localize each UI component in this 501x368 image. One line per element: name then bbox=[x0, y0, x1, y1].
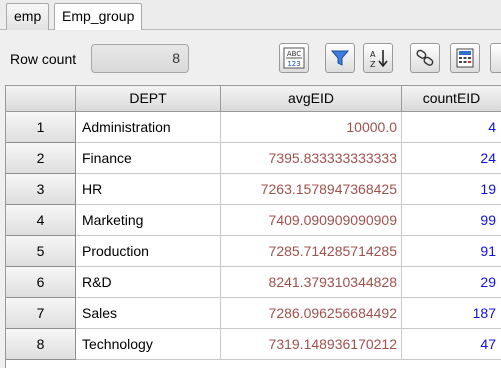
table-row[interactable]: 3 HR 7263.1578947368425 19 bbox=[6, 174, 501, 205]
column-header-counteid[interactable]: countEID bbox=[402, 86, 501, 112]
format-button[interactable]: ABC 123 bbox=[279, 43, 309, 73]
row-number[interactable]: 1 bbox=[6, 112, 76, 143]
calculator-button[interactable] bbox=[450, 43, 480, 73]
cell-avgeid[interactable]: 7409.090909090909 bbox=[221, 205, 402, 236]
filter-icon bbox=[330, 50, 350, 66]
svg-text:123: 123 bbox=[287, 60, 300, 68]
cell-dept[interactable]: Administration bbox=[76, 112, 221, 143]
row-number[interactable]: 3 bbox=[6, 174, 76, 205]
link-icon bbox=[416, 49, 434, 66]
table-row[interactable]: 1 Administration 10000.0 4 bbox=[6, 112, 501, 143]
column-header-dept[interactable]: DEPT bbox=[76, 86, 221, 112]
svg-text:ABC: ABC bbox=[287, 50, 301, 58]
tab-emp-group[interactable]: Emp_group bbox=[54, 3, 143, 31]
more-button[interactable] bbox=[490, 43, 501, 73]
sort-az-icon: A Z bbox=[370, 50, 388, 69]
row-count-label: Row count bbox=[10, 51, 77, 67]
cell-avgeid[interactable]: 7285.714285714285 bbox=[221, 236, 402, 267]
sort-button[interactable]: A Z bbox=[363, 43, 393, 73]
cell-dept[interactable]: Finance bbox=[76, 143, 221, 174]
table-row[interactable]: 4 Marketing 7409.090909090909 99 bbox=[6, 205, 501, 236]
table-row[interactable]: 5 Production 7285.714285714285 91 bbox=[6, 236, 501, 267]
cell-dept[interactable]: R&D bbox=[76, 267, 221, 298]
cell-avgeid[interactable]: 7263.1578947368425 bbox=[221, 174, 402, 205]
cell-avgeid[interactable]: 8241.379310344828 bbox=[221, 267, 402, 298]
cell-dept[interactable]: Marketing bbox=[76, 205, 221, 236]
calculator-icon bbox=[456, 48, 474, 68]
cell-dept[interactable]: Technology bbox=[76, 329, 221, 360]
cell-counteid[interactable]: 99 bbox=[402, 205, 501, 236]
cell-counteid[interactable]: 29 bbox=[402, 267, 501, 298]
row-number[interactable]: 7 bbox=[6, 298, 76, 329]
row-number[interactable]: 4 bbox=[6, 205, 76, 236]
row-count-field: 8 bbox=[91, 44, 189, 73]
cell-counteid[interactable]: 24 bbox=[402, 143, 501, 174]
cell-counteid[interactable]: 19 bbox=[402, 174, 501, 205]
cell-dept[interactable]: Sales bbox=[76, 298, 221, 329]
table-row[interactable]: 7 Sales 7286.096256684492 187 bbox=[6, 298, 501, 329]
tab-emp[interactable]: emp bbox=[6, 3, 50, 30]
column-header-avgeid[interactable]: avgEID bbox=[221, 86, 402, 112]
cell-counteid[interactable]: 91 bbox=[402, 236, 501, 267]
filter-button[interactable] bbox=[325, 43, 355, 73]
link-button[interactable] bbox=[410, 43, 440, 73]
result-grid: DEPT avgEID countEID 1 Administration 10… bbox=[5, 85, 501, 368]
table-row[interactable]: 6 R&D 8241.379310344828 29 bbox=[6, 267, 501, 298]
tab-bar: emp Emp_group bbox=[0, 0, 501, 31]
cell-counteid[interactable]: 47 bbox=[402, 329, 501, 360]
svg-text:Z: Z bbox=[370, 60, 376, 69]
row-number[interactable]: 8 bbox=[6, 329, 76, 360]
cell-avgeid[interactable]: 10000.0 bbox=[221, 112, 402, 143]
cell-avgeid[interactable]: 7319.148936170212 bbox=[221, 329, 402, 360]
abc-123-format-icon: ABC 123 bbox=[283, 47, 305, 69]
row-number[interactable]: 5 bbox=[6, 236, 76, 267]
table-row[interactable]: 2 Finance 7395.833333333333 24 bbox=[6, 143, 501, 174]
toolbar: Row count 8 ABC 123 A Z bbox=[0, 30, 501, 84]
row-number[interactable]: 2 bbox=[6, 143, 76, 174]
cell-dept[interactable]: HR bbox=[76, 174, 221, 205]
row-number-header bbox=[6, 86, 76, 112]
cell-counteid[interactable]: 187 bbox=[402, 298, 501, 329]
cell-avgeid[interactable]: 7286.096256684492 bbox=[221, 298, 402, 329]
svg-text:A: A bbox=[370, 50, 376, 59]
table-row[interactable]: 8 Technology 7319.148936170212 47 bbox=[6, 329, 501, 360]
cell-dept[interactable]: Production bbox=[76, 236, 221, 267]
cell-avgeid[interactable]: 7395.833333333333 bbox=[221, 143, 402, 174]
cell-counteid[interactable]: 4 bbox=[402, 112, 501, 143]
row-number[interactable]: 6 bbox=[6, 267, 76, 298]
